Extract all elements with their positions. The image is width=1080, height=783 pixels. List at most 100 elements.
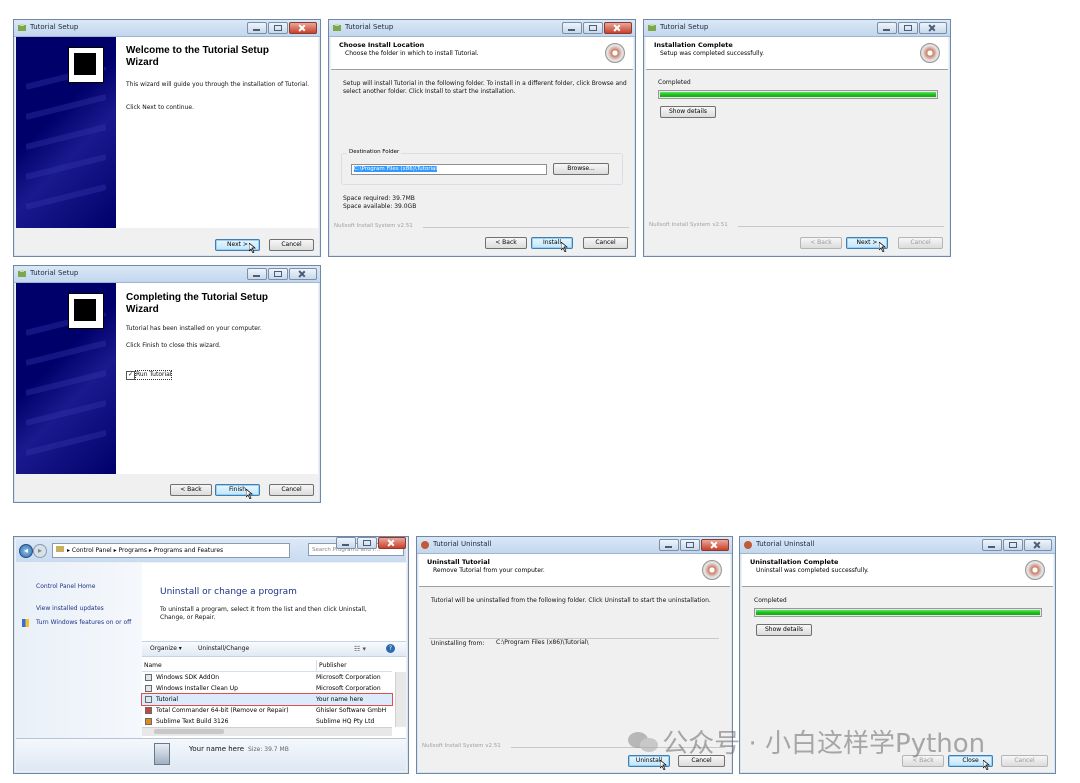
minimize-button[interactable] [336,537,356,549]
folder-icon [56,546,64,552]
title-bar[interactable]: Tutorial Uninstall [417,537,732,554]
title-bar[interactable]: Tutorial Setup [644,20,950,37]
cancel-button[interactable]: Cancel [898,237,943,249]
maximize-button[interactable] [680,539,700,551]
maximize-button[interactable] [583,22,603,34]
maximize-button[interactable] [898,22,918,34]
program-icon [145,707,152,714]
table-row-selected[interactable]: Tutorial Your name here [141,693,393,706]
programs-and-features-window: ◂ ▸ ▸ Control Panel ▸ Programs ▸ Program… [13,536,409,774]
view-updates-link[interactable]: View installed updates [36,605,104,613]
title-bar[interactable]: Tutorial Setup [14,20,320,37]
close-button[interactable] [604,22,632,34]
program-publisher: Sublime HQ Pty Ltd [316,718,375,725]
maximize-button[interactable] [268,268,288,280]
header-title: Installation Complete [654,41,733,49]
maximize-button[interactable] [1003,539,1023,551]
table-row[interactable]: Windows Installer Clean Up Microsoft Corp… [142,683,392,694]
program-name: Windows Installer Clean Up [156,685,238,692]
mouse-cursor-icon [561,242,568,252]
table-row[interactable]: Total Commander 64-bit (Remove or Repair… [142,705,392,716]
install-location-window: Tutorial Setup Choose Install Location C… [328,19,636,257]
vertical-scrollbar[interactable] [395,672,406,727]
window-title: Tutorial Uninstall [756,540,815,548]
uninstall-instructions: Tutorial will be uninstalled from the fo… [431,597,711,604]
finish-button[interactable]: Finish [215,484,260,496]
status-text: Completed [658,79,691,86]
minimize-button[interactable] [659,539,679,551]
wizard-heading: Welcome to the Tutorial Setup Wizard [126,45,269,68]
breadcrumb-control-panel[interactable]: Control Panel [72,547,112,554]
forward-nav-button[interactable]: ▸ [33,544,47,558]
window-title: Tutorial Setup [345,23,394,31]
wizard-header: Uninstallation Complete Uninstall was co… [742,554,1053,587]
wizard-sidebar-image [16,37,116,228]
header-subtitle: Remove Tutorial from your computer. [433,567,545,574]
page-title: Uninstall or change a program [160,587,297,597]
horizontal-scrollbar[interactable] [142,727,392,736]
view-options-icon[interactable]: ☷ ▾ [354,645,366,653]
minimize-button[interactable] [982,539,1002,551]
table-row[interactable]: Windows SDK AddOn Microsoft Corporation [142,672,392,683]
close-button[interactable] [378,537,406,549]
column-name[interactable]: Name [144,660,162,671]
minimize-button[interactable] [247,22,267,34]
address-bar-area: ◂ ▸ ▸ Control Panel ▸ Programs ▸ Program… [16,537,406,562]
close-button[interactable] [1024,539,1052,551]
program-publisher: Microsoft Corporation [316,685,381,692]
install-progress-bar [658,90,938,99]
cancel-button[interactable]: Cancel [583,237,628,249]
title-bar[interactable]: Tutorial Uninstall [740,537,1055,554]
installer-globe-icon [605,43,625,63]
organize-menu[interactable]: Organize ▾ [150,645,182,653]
minimize-button[interactable] [247,268,267,280]
destination-folder-label: Destination Folder [347,149,402,155]
maximize-button[interactable] [268,22,288,34]
back-button[interactable]: < Back [170,484,212,496]
intro-text: This wizard will guide you through the i… [126,81,310,88]
close-button[interactable] [289,22,317,34]
uninstalling-from-path: C:\Program Files (x86)\Tutorial\ [496,639,589,646]
installed-text: Tutorial has been installed on your comp… [126,325,262,332]
header-title: Uninstallation Complete [750,558,839,566]
header-title: Choose Install Location [339,41,425,49]
detail-size: Size: 39.7 MB [248,746,289,753]
back-button[interactable]: < Back [485,237,527,249]
table-row[interactable]: Sublime Text Build 3126 Sublime HQ Pty Lt… [142,716,392,727]
close-button[interactable] [701,539,729,551]
column-publisher[interactable]: Publisher [316,660,347,671]
mouse-cursor-icon [879,242,886,252]
window-title: Tutorial Setup [30,23,79,31]
uninstall-change-button[interactable]: Uninstall/Change [198,645,249,653]
show-details-button[interactable]: Show details [660,106,716,118]
cancel-button[interactable]: Cancel [269,239,314,251]
back-button[interactable]: < Back [800,237,842,249]
space-available: Space available: 39.0GB [343,203,417,210]
breadcrumb-programs[interactable]: Programs [119,547,147,554]
program-publisher: Your name here [316,696,364,703]
cancel-button[interactable]: Cancel [269,484,314,496]
run-tutorial-checkbox[interactable]: ✓ [126,371,135,380]
mouse-cursor-icon [246,489,253,499]
title-bar[interactable]: Tutorial Setup [329,20,635,37]
title-bar[interactable]: Tutorial Setup [14,266,320,283]
control-panel-home-link[interactable]: Control Panel Home [36,583,95,591]
wizard-sidebar-image [16,283,116,474]
cancel-button[interactable]: Cancel [1001,755,1048,767]
windows-features-link[interactable]: Turn Windows features on or off [36,619,136,627]
destination-folder-input[interactable]: C:\Program Files (x86)\Tutorial [351,164,547,175]
minimize-button[interactable] [562,22,582,34]
window-title: Tutorial Uninstall [433,540,492,548]
header-subtitle: Choose the folder in which to install Tu… [345,50,479,57]
breadcrumb-programs-features[interactable]: Programs and Features [154,547,223,554]
setup-app-icon [18,270,26,277]
breadcrumb[interactable]: ▸ Control Panel ▸ Programs ▸ Programs an… [52,543,290,558]
maximize-button[interactable] [357,537,377,549]
show-details-button[interactable]: Show details [756,624,812,636]
close-button[interactable] [289,268,317,280]
help-icon[interactable]: ? [386,644,395,653]
close-button[interactable] [919,22,947,34]
back-nav-button[interactable]: ◂ [19,544,33,558]
browse-button[interactable]: Browse... [553,163,609,175]
minimize-button[interactable] [877,22,897,34]
